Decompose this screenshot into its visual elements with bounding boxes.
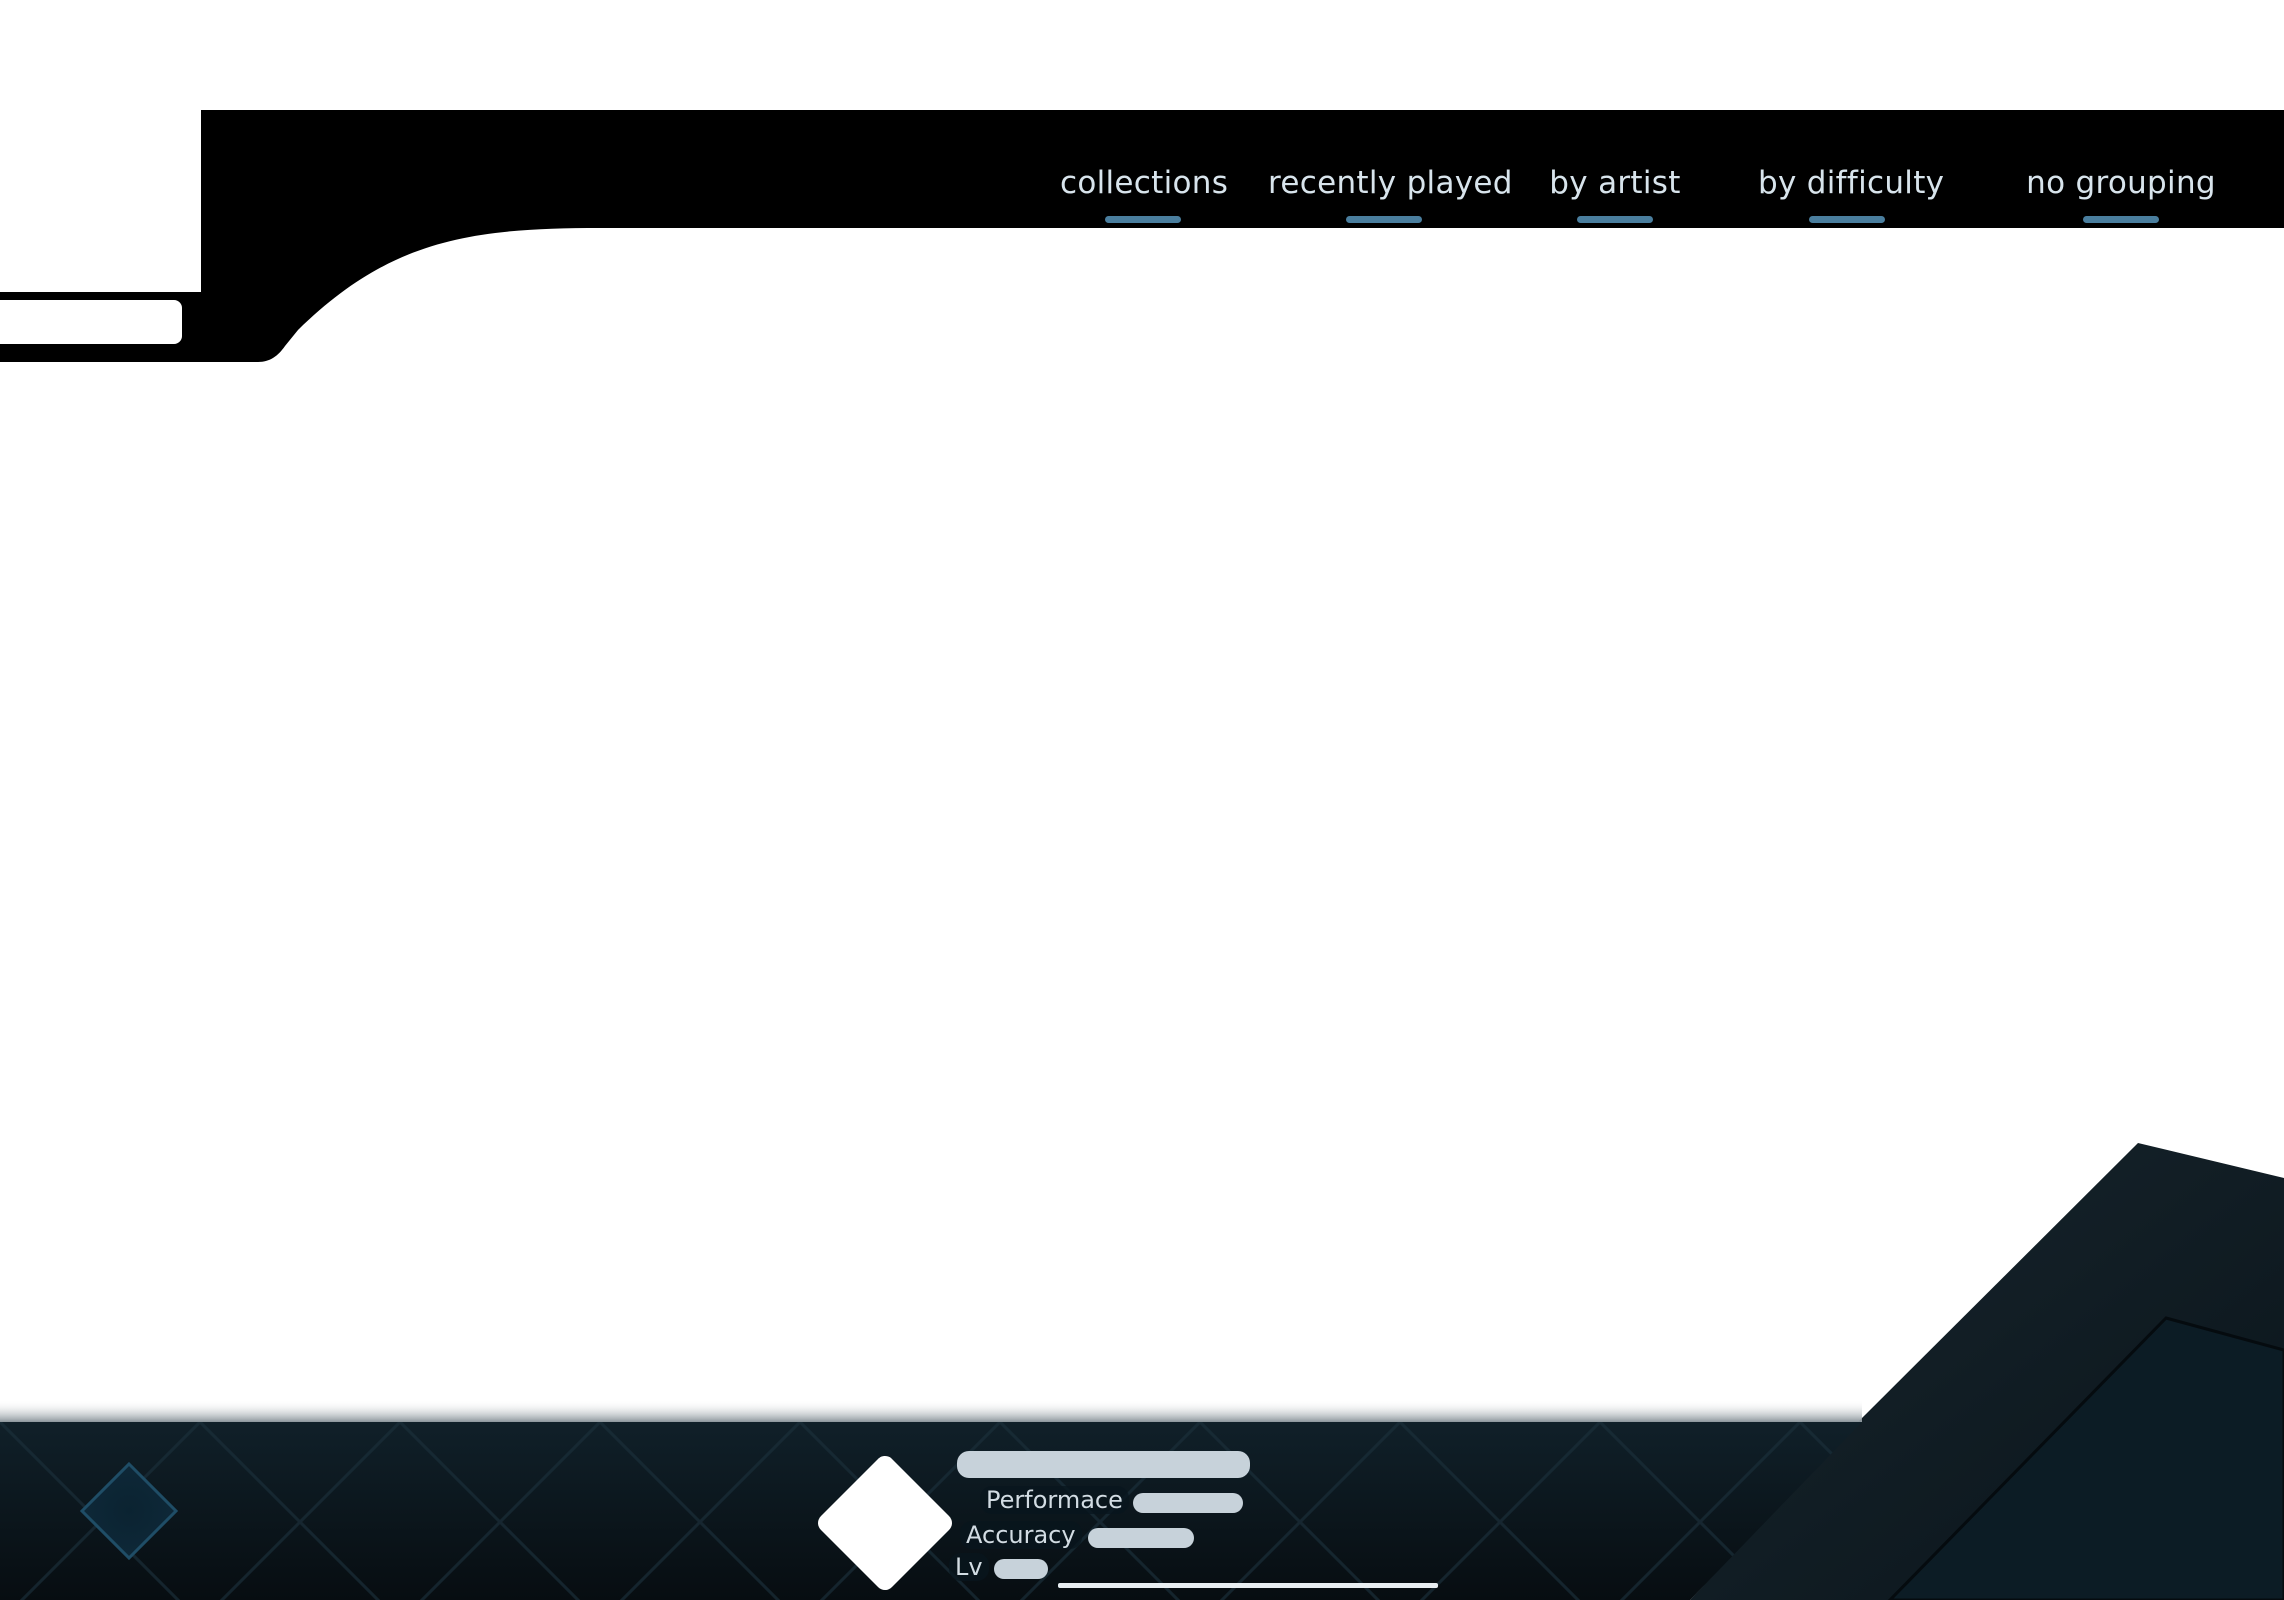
player-name-placeholder [957, 1451, 1250, 1478]
accuracy-label: Accuracy [960, 1521, 1082, 1549]
performance-value-placeholder [1133, 1493, 1243, 1513]
level-label: Lv [949, 1553, 989, 1581]
level-value-placeholder [994, 1559, 1048, 1579]
diamond-icon[interactable] [80, 1462, 178, 1560]
performance-label: Performace [980, 1486, 1129, 1514]
corner-decoration [1690, 1143, 2284, 1600]
diamond-avatar[interactable] [814, 1452, 956, 1594]
accuracy-value-placeholder [1088, 1528, 1194, 1548]
level-progress-bar [1058, 1583, 1438, 1588]
